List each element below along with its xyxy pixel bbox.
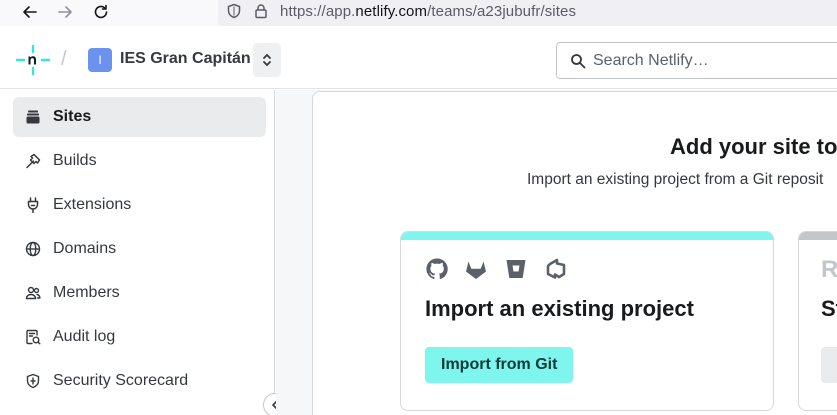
breadcrumb-separator: / <box>61 48 67 70</box>
team-switcher-button[interactable] <box>253 43 281 77</box>
url-text[interactable]: https://app.netlify.com/teams/a23jubufr/… <box>280 3 576 20</box>
team-avatar[interactable]: I <box>88 48 112 72</box>
sidebar-item-builds[interactable]: Builds <box>13 141 266 181</box>
reload-icon <box>94 4 108 19</box>
globe-icon <box>25 241 41 257</box>
import-project-card[interactable]: Import an existing project Import from G… <box>400 231 774 411</box>
template-card[interactable]: R St <box>798 231 837 411</box>
netlify-logo-icon[interactable] <box>16 45 50 75</box>
url-prefix: https://app. <box>280 3 356 20</box>
sidebar: Sites Builds Extensions Domains Members … <box>0 90 275 415</box>
sidebar-item-members[interactable]: Members <box>13 273 266 313</box>
bitbucket-icon <box>506 260 526 278</box>
sidebar-item-label: Domains <box>53 240 117 257</box>
url-path: /teams/a23jubufr/sites <box>427 3 577 20</box>
team-name[interactable]: IES Gran Capitán <box>120 50 251 68</box>
template-card-button[interactable] <box>821 347 837 383</box>
template-provider-icon: R <box>821 256 837 283</box>
page-title: Add your site to N <box>670 134 837 159</box>
audit-icon <box>25 329 41 345</box>
reload-button[interactable] <box>89 0 113 24</box>
azure-devops-icon <box>546 258 566 279</box>
chevron-up-down-icon <box>263 54 271 66</box>
gitlab-icon <box>466 261 486 279</box>
template-card-title: St <box>821 296 837 321</box>
users-icon <box>25 285 41 301</box>
forward-button[interactable] <box>53 0 77 24</box>
url-domain: netlify.com <box>355 3 428 20</box>
plug-icon <box>25 197 41 213</box>
search-icon <box>571 54 586 69</box>
sidebar-item-audit-log[interactable]: Audit log <box>13 317 266 357</box>
card-accent-bar <box>799 232 837 240</box>
sidebar-item-label: Members <box>53 284 120 301</box>
back-button[interactable] <box>18 0 42 24</box>
card-accent-bar <box>401 232 773 240</box>
page-subtitle: Import an existing project from a Git re… <box>527 171 824 188</box>
shield-icon <box>25 373 41 389</box>
sidebar-item-extensions[interactable]: Extensions <box>13 185 266 225</box>
sidebar-item-sites[interactable]: Sites <box>13 97 266 137</box>
sidebar-item-label: Builds <box>53 152 97 169</box>
app-header: / I IES Gran Capitán Search Netlify… <box>0 27 837 89</box>
sidebar-item-label: Sites <box>53 108 92 125</box>
arrow-right-icon <box>58 6 72 18</box>
hammer-icon <box>25 153 41 169</box>
sidebar-item-security-scorecard[interactable]: Security Scorecard <box>13 361 266 401</box>
search-input[interactable]: Search Netlify… <box>556 42 837 79</box>
search-placeholder: Search Netlify… <box>593 52 709 69</box>
import-card-title: Import an existing project <box>425 296 694 321</box>
browser-toolbar: https://app.netlify.com/teams/a23jubufr/… <box>0 0 837 26</box>
sidebar-item-label: Audit log <box>53 328 116 345</box>
sidebar-item-label: Extensions <box>53 196 132 213</box>
layers-icon <box>25 109 41 125</box>
import-from-git-button[interactable]: Import from Git <box>425 347 574 383</box>
sidebar-item-label: Security Scorecard <box>53 372 189 389</box>
arrow-left-icon <box>23 6 37 18</box>
github-icon <box>426 258 448 280</box>
sidebar-item-domains[interactable]: Domains <box>13 229 266 269</box>
lock-icon[interactable] <box>253 3 269 19</box>
tracking-shield-icon[interactable] <box>226 3 242 19</box>
